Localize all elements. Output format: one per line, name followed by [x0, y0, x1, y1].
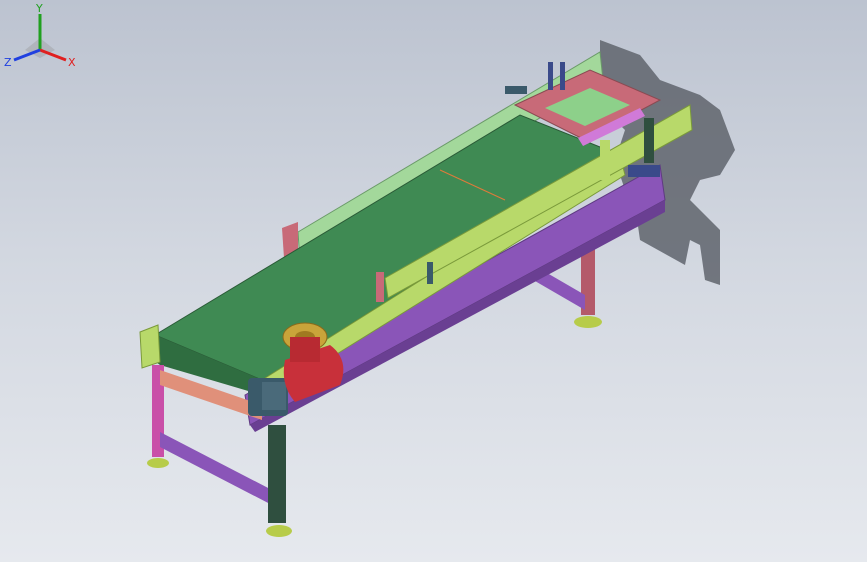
- tail-adjuster: [628, 165, 660, 177]
- x-axis-label: X: [68, 56, 76, 69]
- front-leg-right: [266, 425, 292, 537]
- guard-clamp: [427, 262, 433, 284]
- cad-viewport[interactable]: Y X Z: [0, 0, 867, 562]
- coordinate-triad-icon: Y X Z: [4, 2, 76, 69]
- end-plate-left: [139, 324, 161, 369]
- conveyor-model[interactable]: [0, 0, 867, 562]
- tail-post-dark: [644, 118, 654, 163]
- tail-clamp-right: [560, 62, 565, 90]
- y-axis-label: Y: [35, 2, 43, 15]
- tail-guide-block: [505, 86, 527, 94]
- z-axis-label: Z: [4, 56, 12, 69]
- tail-post: [600, 140, 610, 180]
- guard-post-left: [376, 272, 384, 302]
- tail-clamp-left: [548, 62, 553, 90]
